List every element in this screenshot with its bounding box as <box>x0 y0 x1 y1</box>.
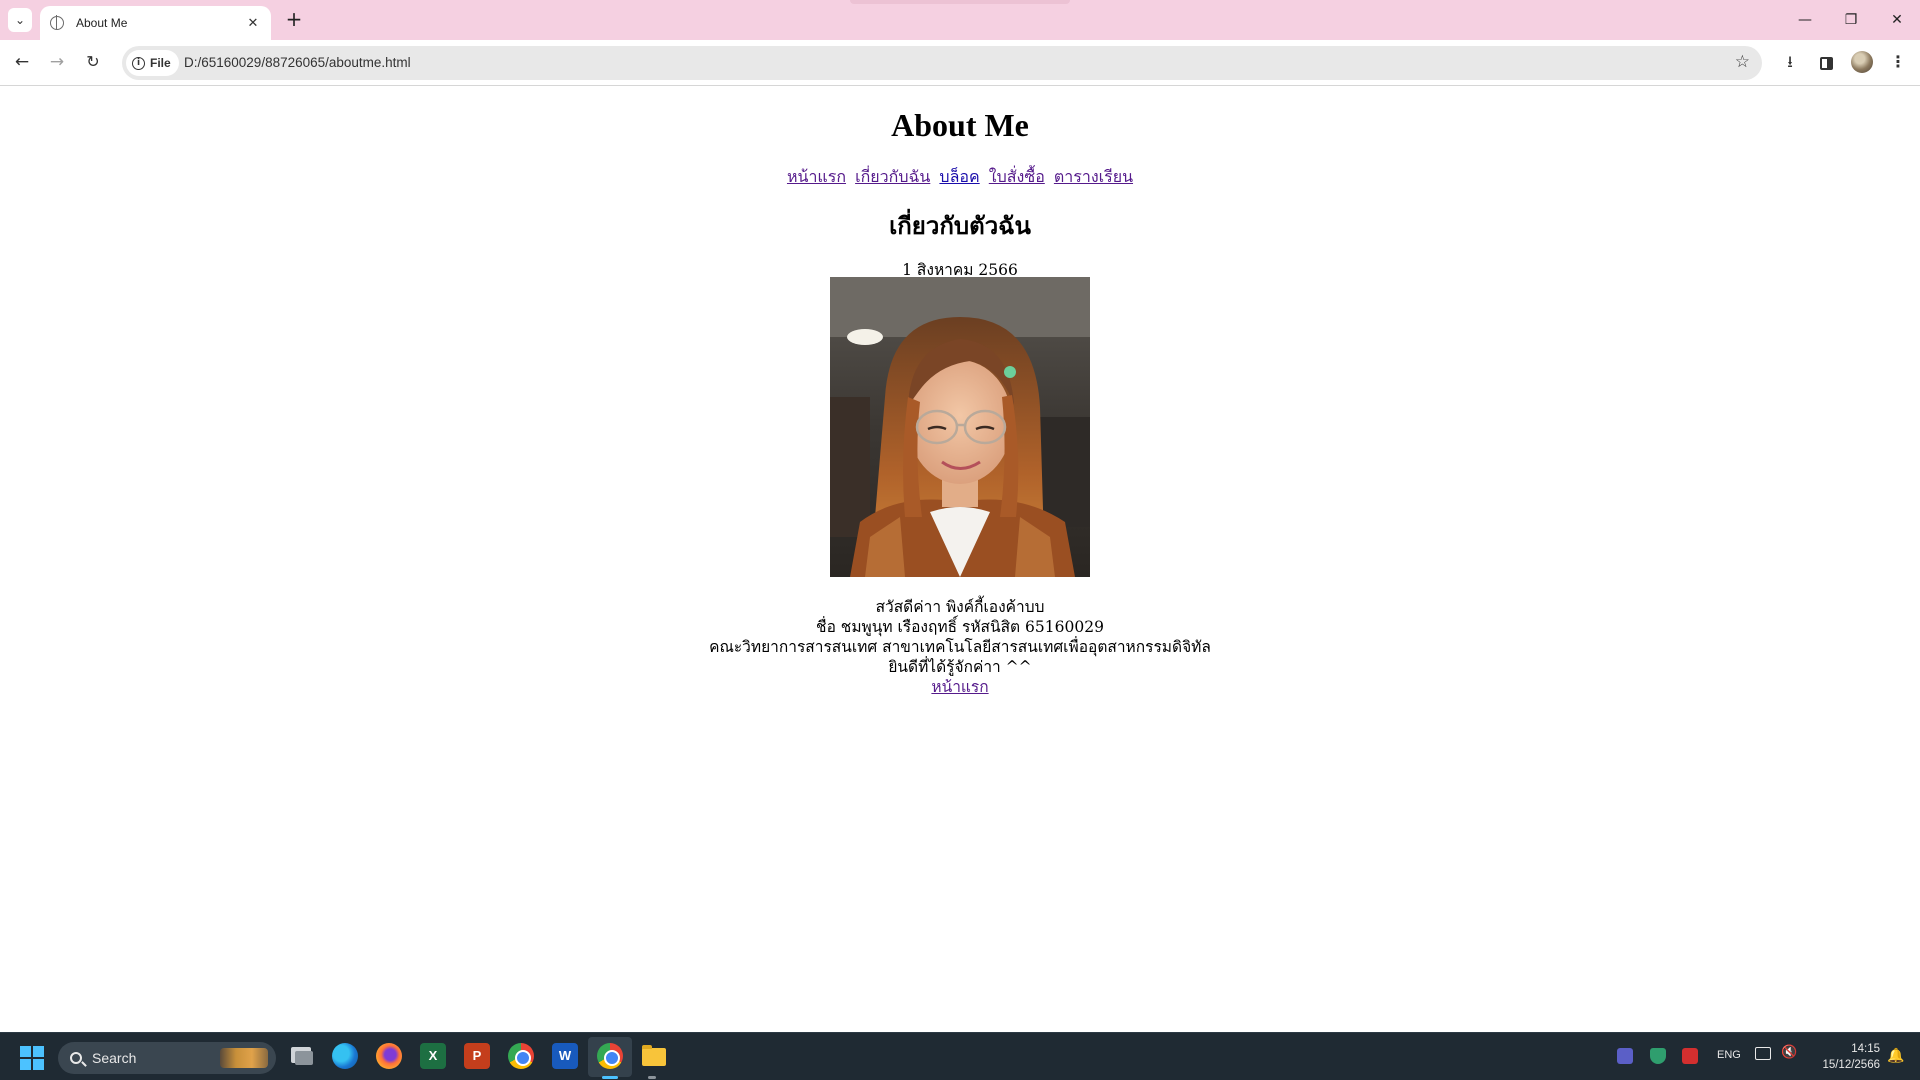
language-indicator[interactable]: ENG <box>1717 1049 1741 1061</box>
nav-link-order[interactable]: ใบสั่งซื้อ <box>989 167 1045 186</box>
site-nav: หน้าแรก เกี่ยวกับฉัน บล็อค ใบสั่งซื้อ ตา… <box>0 165 1920 190</box>
profile-avatar[interactable] <box>1851 51 1873 73</box>
active-tab[interactable]: About Me ✕ <box>40 6 271 40</box>
home-link[interactable]: หน้าแรก <box>931 678 988 696</box>
search-label: Search <box>92 1050 137 1066</box>
nav-link-home[interactable]: หน้าแรก <box>787 167 846 186</box>
page-content: About Me หน้าแรก เกี่ยวกับฉัน บล็อค ใบสั… <box>0 87 1920 1031</box>
close-window-icon[interactable]: ✕ <box>1874 8 1920 32</box>
profile-photo <box>830 277 1090 577</box>
reload-icon[interactable]: ↻ <box>81 50 105 74</box>
tab-title: About Me <box>76 16 128 30</box>
clock-date: 15/12/2566 <box>1822 1059 1880 1071</box>
forward-arrow-icon[interactable]: → <box>45 50 69 74</box>
running-app-indicator <box>648 1076 656 1079</box>
section-title: เกี่ยวกับตัวฉัน <box>889 211 1031 240</box>
bio-line: ชื่อ ชมพูนุท เรืองฤทธิ์ รหัสนิสิต 651600… <box>816 618 1104 636</box>
nav-link-schedule[interactable]: ตารางเรียน <box>1054 167 1133 186</box>
restore-icon[interactable]: ❐ <box>1828 8 1874 32</box>
windows-taskbar: Search X P W ENG 🔇 14:15 15/12/2566 🔔 <box>0 1032 1920 1080</box>
word-icon[interactable]: W <box>552 1043 578 1069</box>
excel-icon[interactable]: X <box>420 1043 446 1069</box>
volume-muted-icon[interactable]: 🔇 <box>1781 1045 1797 1060</box>
minimize-icon[interactable]: — <box>1782 8 1828 32</box>
clock-time: 14:15 <box>1851 1043 1880 1055</box>
nav-link-blog[interactable]: บล็อค <box>939 167 979 186</box>
chrome-profile-icon[interactable] <box>597 1043 623 1069</box>
address-bar[interactable]: i File D:/65160029/88726065/aboutme.html… <box>122 46 1762 80</box>
bookmark-star-icon[interactable]: ☆ <box>1735 52 1750 72</box>
site-info-chip[interactable]: i File <box>126 50 179 76</box>
kebab-menu-icon[interactable]: ⋮ <box>1886 50 1910 74</box>
tab-strip: ⌄ About Me ✕ + — ❐ ✕ <box>0 0 1920 40</box>
bio-text: สวัสดีค่าา พิงค์กี้เองค้าบบ ชื่อ ชมพูนุท… <box>0 597 1920 697</box>
network-icon[interactable] <box>1755 1047 1771 1060</box>
system-clock[interactable]: 14:15 15/12/2566 <box>1808 1041 1880 1073</box>
page-title: About Me <box>891 107 1029 143</box>
nav-link-about[interactable]: เกี่ยวกับฉัน <box>855 167 930 186</box>
powerpoint-icon[interactable]: P <box>464 1043 490 1069</box>
active-app-indicator <box>602 1076 618 1079</box>
close-tab-icon[interactable]: ✕ <box>245 16 261 31</box>
bio-line: คณะวิทยาการสารสนเทศ สาขาเทคโนโลยีสารสนเท… <box>709 638 1211 656</box>
firefox-icon[interactable] <box>376 1043 402 1069</box>
back-arrow-icon[interactable]: ← <box>10 50 34 74</box>
taskbar-search[interactable]: Search <box>58 1042 276 1074</box>
windows-start-icon[interactable] <box>20 1046 44 1070</box>
browser-toolbar: ← → ↻ i File D:/65160029/88726065/aboutm… <box>0 40 1920 86</box>
chrome-icon[interactable] <box>508 1043 534 1069</box>
tab-search-chevron-icon[interactable]: ⌄ <box>8 8 32 32</box>
new-tab-button[interactable]: + <box>282 8 306 32</box>
security-shield-icon[interactable] <box>1650 1048 1666 1064</box>
search-icon <box>70 1052 82 1064</box>
side-panel-icon[interactable] <box>1814 50 1838 74</box>
site-info-label: File <box>150 56 171 70</box>
file-explorer-icon[interactable] <box>641 1043 667 1069</box>
download-icon[interactable]: ⭳ <box>1778 50 1802 74</box>
edge-icon[interactable] <box>332 1043 358 1069</box>
tab-strip-accent <box>850 0 1070 4</box>
search-highlight-image <box>220 1048 268 1068</box>
task-view-icon[interactable] <box>289 1043 315 1069</box>
teams-tray-icon[interactable] <box>1617 1048 1633 1064</box>
url-text[interactable]: D:/65160029/88726065/aboutme.html <box>184 55 411 70</box>
notification-bell-icon[interactable]: 🔔 <box>1887 1048 1904 1064</box>
info-icon: i <box>132 56 145 70</box>
bio-line: ยินดีที่ได้รู้จักค่าา ^^ <box>888 658 1032 676</box>
globe-icon <box>50 15 64 30</box>
bio-line: สวัสดีค่าา พิงค์กี้เองค้าบบ <box>875 598 1045 616</box>
red-app-tray-icon[interactable] <box>1682 1048 1698 1064</box>
